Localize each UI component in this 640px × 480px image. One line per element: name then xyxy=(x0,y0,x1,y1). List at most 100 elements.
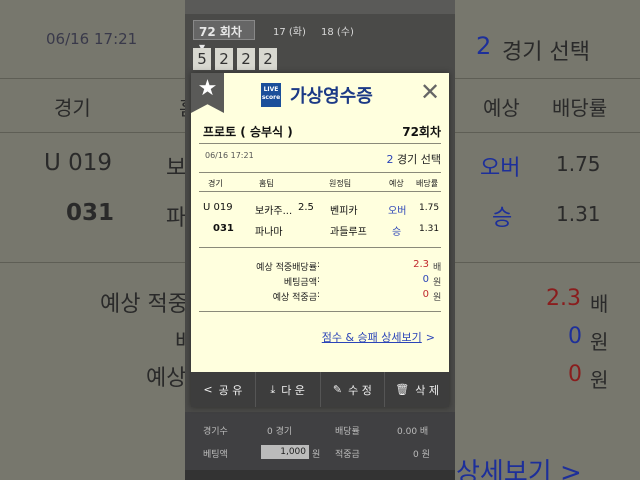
divider xyxy=(199,311,441,312)
bg-sum-odds-label: 예상 적중 xyxy=(100,292,188,317)
summary-label: 예상 적중배당률 xyxy=(256,263,317,273)
col-odds: 배당률 xyxy=(416,179,439,188)
col-away: 원정팀 xyxy=(329,179,352,188)
bg-sum-bet-unit: 원 xyxy=(590,330,609,354)
row-away-team: 과들루프 xyxy=(330,227,367,238)
receipt-type: 프로토 ( 승부식 ) xyxy=(203,125,293,139)
selection-count: 2 xyxy=(386,153,394,166)
bg-row-id: 031 xyxy=(66,200,115,226)
odds-value: 0.00 배 xyxy=(397,427,429,437)
divider xyxy=(199,172,441,173)
edit-label: 수 정 xyxy=(348,383,372,397)
games-value: 0 경기 xyxy=(267,427,293,437)
bet-amount-value: 0 xyxy=(422,274,429,285)
summary-colon: : xyxy=(317,275,321,285)
bg-header-game: 경기 xyxy=(54,96,91,120)
summary-label: 베팅금액 xyxy=(283,278,317,288)
bg-row-id: U 019 xyxy=(44,150,113,176)
round-tab[interactable]: 18 (수) xyxy=(321,23,354,38)
bg-row-odds: 1.31 xyxy=(556,202,601,226)
bet-amount-input[interactable]: 1,000 xyxy=(261,445,309,459)
summary-label: 예상 적중금 xyxy=(272,293,317,303)
delete-button[interactable]: 🗑 삭 제 xyxy=(385,372,449,407)
bg-datetime: 06/16 17:21 xyxy=(46,30,138,48)
col-forecast: 예상 xyxy=(389,179,404,188)
games-label: 경기수 xyxy=(203,427,228,437)
row-home-team: 파나마 xyxy=(255,227,283,238)
summary-colon: : xyxy=(317,260,321,270)
receipt-datetime: 06/16 17:21 xyxy=(205,151,254,160)
bg-sum-win-unit: 원 xyxy=(590,368,609,392)
share-icon: < xyxy=(203,383,213,396)
divider xyxy=(199,247,441,248)
chevron-right-icon: > xyxy=(425,331,435,344)
bg-row-home: 보 xyxy=(166,156,187,181)
close-icon[interactable]: ✕ xyxy=(417,79,443,105)
row-forecast: 오버 xyxy=(388,206,407,217)
dialog-title: 가상영수증 xyxy=(290,86,373,107)
livescore-logo: LIVE score xyxy=(261,83,281,107)
bet-label: 베팅액 xyxy=(203,450,228,460)
edit-button[interactable]: ✎ 수 정 xyxy=(321,372,386,407)
digit: 2 xyxy=(215,48,233,70)
phone-top-bar xyxy=(185,0,455,14)
selection-summary: 2 경기 선택 xyxy=(387,151,441,167)
round-select[interactable]: 72 회차 ▾ xyxy=(193,20,255,54)
row-home-team: 보카주... xyxy=(255,206,293,217)
summary-unit: 배 xyxy=(433,263,442,273)
share-button[interactable]: < 공 유 xyxy=(191,372,256,407)
row-handicap: 2.5 xyxy=(298,202,314,213)
download-icon: ⤓ xyxy=(270,382,276,396)
divider xyxy=(199,143,441,144)
bg-sum-bet-value: 0 xyxy=(568,324,582,349)
bottom-nav-bar xyxy=(185,470,455,480)
delete-label: 삭 제 xyxy=(415,383,439,397)
row-forecast: 승 xyxy=(392,227,402,238)
col-game: 경기 xyxy=(208,179,223,188)
bg-row-home: 파 xyxy=(166,206,187,231)
expected-win-value: 0 xyxy=(422,289,429,300)
bg-sum-odds-value: 2.3 xyxy=(546,286,581,311)
row-away-team: 벤피카 xyxy=(330,206,358,217)
bg-sum-win-value: 0 xyxy=(568,362,582,387)
favorite-tag[interactable]: ★ xyxy=(191,73,224,113)
action-bar: < 공 유 ⤓ 다 운 ✎ 수 정 🗑 삭 제 xyxy=(191,372,449,407)
edit-icon: ✎ xyxy=(332,383,343,396)
bet-unit: 원 xyxy=(312,450,321,460)
virtual-receipt-dialog: ★ LIVE score 가상영수증 ✕ 프로토 ( 승부식 ) 72회차 06… xyxy=(191,73,449,407)
bg-detail-link: 상세보기 > xyxy=(456,458,582,480)
bg-row-forecast: 오버 xyxy=(480,156,521,181)
selection-label: 경기 선택 xyxy=(397,153,441,166)
win-label: 적중금 xyxy=(335,450,360,460)
divider xyxy=(199,191,441,192)
trash-icon: 🗑 xyxy=(395,383,410,396)
summary-colon: : xyxy=(317,290,321,300)
round-tab[interactable]: 17 (화) xyxy=(273,23,306,38)
number-display: 5 2 2 2 xyxy=(193,48,277,70)
win-value: 0 원 xyxy=(413,450,430,460)
summary-unit: 원 xyxy=(433,293,442,303)
bg-row-forecast: 승 xyxy=(492,206,513,231)
bg-row-odds: 1.75 xyxy=(556,152,601,176)
receipt-round: 72회차 xyxy=(402,125,441,139)
odds-label: 배당률 xyxy=(335,427,360,437)
download-label: 다 운 xyxy=(281,383,305,397)
bg-header-odds: 배당률 xyxy=(552,96,608,120)
bg-header-forecast: 예상 xyxy=(483,96,520,120)
row-game-id: 031 xyxy=(213,223,234,234)
summary-unit: 원 xyxy=(433,278,442,288)
row-odds: 1.31 xyxy=(419,224,440,234)
col-home: 홈팀 xyxy=(259,179,274,188)
download-button[interactable]: ⤓ 다 운 xyxy=(256,372,321,407)
detail-link-label: 점수 & 승패 상세보기 xyxy=(321,331,422,344)
row-odds: 1.75 xyxy=(419,203,440,213)
bg-selection-label: 경기 선택 xyxy=(502,40,590,65)
share-label: 공 유 xyxy=(218,383,243,397)
star-icon: ★ xyxy=(197,76,218,101)
digit: 2 xyxy=(259,48,277,70)
bg-sum-odds-unit: 배 xyxy=(590,292,609,316)
score-detail-link[interactable]: 점수 & 승패 상세보기 > xyxy=(322,329,435,345)
expected-odds-value: 2.3 xyxy=(413,259,429,270)
row-game-id: U 019 xyxy=(203,202,233,213)
digit: 2 xyxy=(237,48,255,70)
